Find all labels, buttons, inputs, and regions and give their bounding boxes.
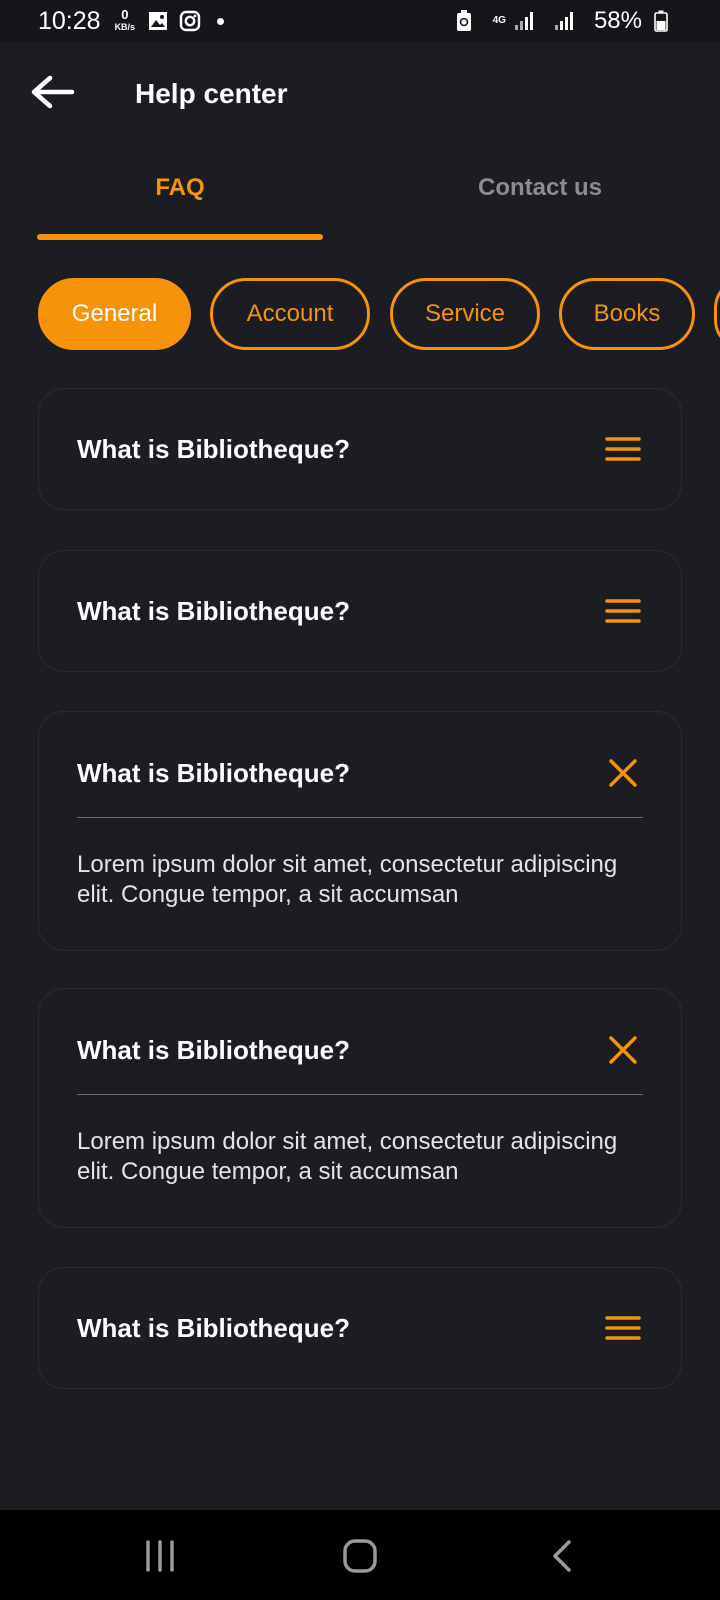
faq-question-row: What is Bibliotheque?	[77, 551, 643, 671]
faq-item[interactable]: What is Bibliotheque?	[38, 550, 682, 672]
faq-question: What is Bibliotheque?	[77, 1034, 350, 1065]
app-header: Help center	[0, 42, 720, 150]
active-tab-indicator	[37, 234, 323, 240]
network-speed: 0 KB/s	[114, 7, 136, 32]
expand-menu-icon[interactable]	[603, 591, 643, 631]
chip-account[interactable]: Account	[210, 278, 370, 350]
close-icon[interactable]	[603, 1030, 643, 1070]
expand-menu-icon[interactable]	[603, 429, 643, 469]
instagram-icon	[179, 10, 201, 32]
battery-percentage: 58%	[593, 7, 642, 34]
home-icon[interactable]	[335, 1536, 385, 1576]
chip-books[interactable]: Books	[559, 278, 695, 350]
status-bar: 10:28 0 KB/s 4G 58%	[0, 0, 720, 42]
faq-divider	[77, 1094, 643, 1095]
expand-menu-icon[interactable]	[603, 1308, 643, 1348]
faq-question: What is Bibliotheque?	[77, 595, 350, 626]
notification-dot-icon	[217, 17, 225, 25]
faq-question-row: What is Bibliotheque?	[77, 389, 643, 509]
chip-service[interactable]: Service	[390, 278, 540, 350]
faq-question-row: What is Bibliotheque?	[77, 989, 643, 1111]
system-nav-bar	[0, 1510, 720, 1600]
faq-item-expanded[interactable]: What is Bibliotheque? Lorem ipsum dolor …	[38, 988, 682, 1228]
back-button[interactable]	[26, 72, 78, 112]
chip-general[interactable]: General	[38, 278, 191, 350]
chip-more[interactable]	[714, 278, 720, 350]
tab-faq[interactable]: FAQ	[38, 174, 322, 202]
faq-item-expanded[interactable]: What is Bibliotheque? Lorem ipsum dolor …	[38, 711, 682, 951]
back-chevron-icon[interactable]	[537, 1536, 587, 1576]
faq-answer: Lorem ipsum dolor sit amet, consectetur …	[77, 1128, 618, 1185]
faq-question: What is Bibliotheque?	[77, 1312, 350, 1343]
arrow-left-icon	[31, 75, 75, 109]
battery-icon	[650, 10, 672, 32]
page-title: Help center	[135, 78, 288, 109]
faq-question: What is Bibliotheque?	[77, 433, 350, 464]
faq-question-row: What is Bibliotheque?	[77, 1268, 643, 1388]
faq-question-row: What is Bibliotheque?	[77, 712, 643, 834]
tab-contact-us[interactable]: Contact us	[400, 174, 680, 202]
category-chips: General Account Service Books	[0, 278, 720, 352]
status-right: 4G 58%	[453, 7, 682, 35]
faq-item[interactable]: What is Bibliotheque?	[38, 1267, 682, 1389]
faq-item[interactable]: What is Bibliotheque?	[38, 388, 682, 510]
close-icon[interactable]	[603, 753, 643, 793]
help-center-screen: 10:28 0 KB/s 4G 58% Help center FAQ Cont…	[0, 0, 720, 1600]
network-speed-value: 0	[121, 7, 129, 22]
network-speed-unit: KB/s	[114, 22, 136, 32]
faq-question: What is Bibliotheque?	[77, 757, 350, 788]
faq-divider	[77, 817, 643, 818]
signal-icon	[514, 10, 536, 32]
status-time: 10:28	[38, 6, 101, 35]
gallery-icon	[147, 10, 169, 32]
battery-saver-icon	[453, 10, 475, 32]
faq-answer: Lorem ipsum dolor sit amet, consectetur …	[77, 851, 618, 908]
network-type: 4G	[493, 16, 506, 26]
recents-icon[interactable]	[135, 1536, 185, 1576]
network-type-label: 4G	[492, 15, 506, 26]
tab-bar: FAQ Contact us	[0, 160, 720, 240]
signal-2-icon	[554, 10, 576, 32]
